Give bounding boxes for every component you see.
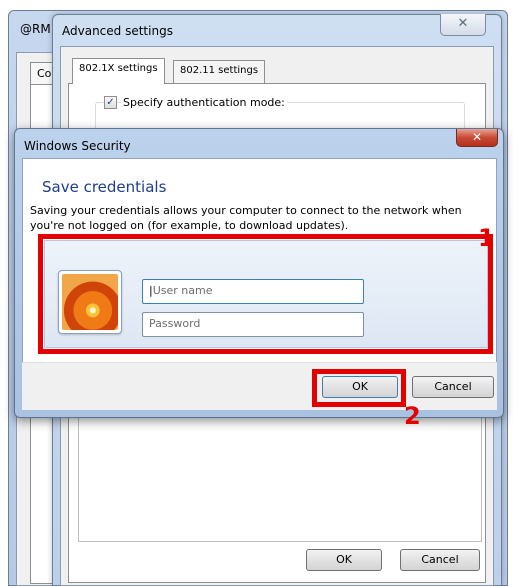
advanced-cancel-button[interactable]: Cancel <box>400 549 480 571</box>
back-window-title: @RM <box>20 22 51 36</box>
save-credentials-heading: Save credentials <box>42 178 167 196</box>
specify-auth-label: Specify authentication mode: <box>121 96 287 109</box>
tab-80211-settings[interactable]: 802.11 settings <box>173 60 266 84</box>
specify-auth-checkbox[interactable]: ✓ <box>104 96 117 109</box>
advanced-settings-title: Advanced settings <box>62 24 173 38</box>
save-credentials-description: Saving your credentials allows your comp… <box>30 204 462 232</box>
advanced-ok-button[interactable]: OK <box>306 549 382 571</box>
close-icon: ✕ <box>457 16 469 31</box>
close-icon: ✕ <box>471 130 483 144</box>
annotation-number-2: 2 <box>404 402 421 430</box>
tab-8021x-settings[interactable]: 802.1X settings <box>72 58 165 84</box>
advanced-settings-close-button[interactable]: ✕ <box>440 14 486 36</box>
windows-security-close-button[interactable]: ✕ <box>456 129 498 147</box>
annotation-box-2 <box>312 369 406 407</box>
credentials-cancel-button[interactable]: Cancel <box>412 376 494 398</box>
advanced-settings-content-area <box>78 412 482 542</box>
annotation-number-1: 1 <box>478 224 495 252</box>
annotation-box-1 <box>38 234 493 354</box>
windows-security-title: Windows Security <box>24 139 131 153</box>
